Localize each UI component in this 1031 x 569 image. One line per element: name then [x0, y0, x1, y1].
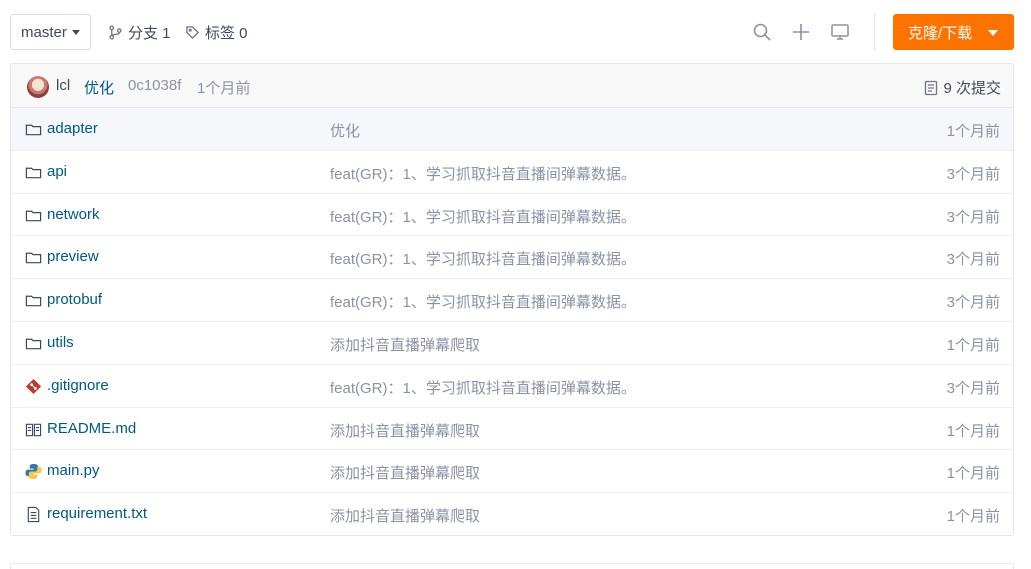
toolbar-divider: [874, 14, 875, 50]
file-commit-message[interactable]: feat(GR)：1、学习抓取抖音直播间弹幕数据。: [330, 248, 636, 269]
branches-link[interactable]: 分支 1: [108, 22, 171, 42]
file-row[interactable]: preview feat(GR)：1、学习抓取抖音直播间弹幕数据。 3个月前: [11, 236, 1013, 280]
file-name[interactable]: utils: [47, 334, 74, 351]
file-row[interactable]: network feat(GR)：1、学习抓取抖音直播间弹幕数据。 3个月前: [11, 194, 1013, 237]
chevron-down-icon: [988, 30, 998, 36]
repo-toolbar: master 分支 1 标签 0 克隆/下载: [0, 0, 1031, 64]
git-icon: [25, 378, 42, 395]
file-commit-message[interactable]: feat(GR)：1、学习抓取抖音直播间弹幕数据。: [330, 377, 636, 398]
file-commit-time: 3个月前: [946, 379, 1000, 397]
file-name[interactable]: api: [47, 163, 67, 180]
branch-name: master: [21, 23, 67, 41]
file-row[interactable]: main.py 添加抖音直播弹幕爬取 1个月前: [11, 450, 1013, 494]
file-name[interactable]: network: [47, 206, 100, 223]
file-commit-message[interactable]: feat(GR)：1、学习抓取抖音直播间弹幕数据。: [330, 163, 636, 184]
tags-link[interactable]: 标签 0: [185, 22, 248, 42]
commits-icon: [925, 80, 938, 95]
file-row[interactable]: adapter 优化 1个月前: [11, 108, 1013, 151]
file-icon: [25, 506, 42, 523]
folder-icon: [25, 164, 42, 181]
file-commit-message[interactable]: 优化: [330, 120, 360, 141]
file-name[interactable]: protobuf: [47, 291, 102, 308]
commit-time: 1个月前: [197, 80, 251, 97]
file-commit-message[interactable]: feat(GR)：1、学习抓取抖音直播间弹幕数据。: [330, 291, 636, 312]
search-icon[interactable]: [752, 22, 772, 42]
readme-panel: [10, 563, 1014, 569]
commit-count-link[interactable]: 9 次提交: [924, 77, 1001, 98]
file-rows: adapter 优化 1个月前 api feat(GR)：1、学习抓取抖音直播间弹幕数据…: [11, 108, 1013, 536]
file-commit-time: 3个月前: [946, 165, 1000, 183]
file-row[interactable]: protobuf feat(GR)：1、学习抓取抖音直播间弹幕数据。 3个月前: [11, 279, 1013, 322]
file-name[interactable]: requirement.txt: [47, 505, 147, 522]
commit-message[interactable]: 优化: [84, 77, 114, 98]
file-name[interactable]: README.md: [47, 420, 136, 437]
tag-icon: [186, 25, 200, 39]
clone-download-button[interactable]: 克隆/下载: [893, 14, 1014, 50]
tags-label: 标签 0: [205, 24, 248, 42]
file-commit-message[interactable]: 添加抖音直播弹幕爬取: [330, 505, 480, 526]
file-commit-time: 3个月前: [946, 251, 1000, 269]
file-commit-time: 3个月前: [946, 294, 1000, 312]
file-commit-time: 1个月前: [946, 123, 1000, 140]
file-name[interactable]: main.py: [47, 462, 100, 479]
file-row[interactable]: utils 添加抖音直播弹幕爬取 1个月前: [11, 322, 1013, 365]
file-commit-time: 1个月前: [946, 465, 1000, 483]
clone-label: 克隆/下载: [908, 24, 973, 42]
branch-select[interactable]: master: [10, 14, 91, 50]
file-name[interactable]: preview: [47, 248, 99, 265]
file-commit-time: 1个月前: [946, 422, 1000, 440]
folder-icon: [25, 207, 42, 224]
file-commit-time: 3个月前: [946, 208, 1000, 226]
file-row[interactable]: api feat(GR)：1、学习抓取抖音直播间弹幕数据。 3个月前: [11, 151, 1013, 194]
commit-author[interactable]: lcl: [56, 77, 70, 94]
folder-icon: [25, 121, 42, 138]
file-row[interactable]: README.md 添加抖音直播弹幕爬取 1个月前: [11, 408, 1013, 451]
file-commit-message[interactable]: 添加抖音直播弹幕爬取: [330, 462, 480, 483]
avatar[interactable]: [27, 76, 49, 98]
file-commit-time: 1个月前: [946, 508, 1000, 526]
python-icon: [25, 463, 42, 480]
commit-sha[interactable]: 0c1038f: [128, 77, 181, 94]
file-commit-message[interactable]: 添加抖音直播弹幕爬取: [330, 420, 480, 441]
branches-label: 分支 1: [128, 24, 171, 42]
folder-icon: [25, 292, 42, 309]
branch-icon: [109, 24, 122, 40]
book-icon: [25, 421, 42, 438]
chevron-down-icon: [71, 29, 80, 35]
file-name[interactable]: .gitignore: [47, 377, 109, 394]
file-list-panel: lcl 优化 0c1038f 1个月前 9 次提交 adapter 优化 1个月前 a…: [10, 63, 1014, 536]
file-commit-message[interactable]: feat(GR)：1、学习抓取抖音直播间弹幕数据。: [330, 206, 636, 227]
file-row[interactable]: .gitignore feat(GR)：1、学习抓取抖音直播间弹幕数据。 3个月前: [11, 365, 1013, 408]
folder-icon: [25, 249, 42, 266]
file-name[interactable]: adapter: [47, 120, 98, 137]
commit-count-label: 9 次提交: [943, 80, 1001, 97]
file-commit-message[interactable]: 添加抖音直播弹幕爬取: [330, 334, 480, 355]
file-row[interactable]: requirement.txt 添加抖音直播弹幕爬取 1个月前: [11, 493, 1013, 536]
file-commit-time: 1个月前: [946, 336, 1000, 354]
latest-commit-bar: lcl 优化 0c1038f 1个月前 9 次提交: [11, 64, 1013, 108]
monitor-icon[interactable]: [830, 22, 850, 42]
plus-icon[interactable]: [791, 22, 811, 42]
folder-icon: [25, 335, 42, 352]
